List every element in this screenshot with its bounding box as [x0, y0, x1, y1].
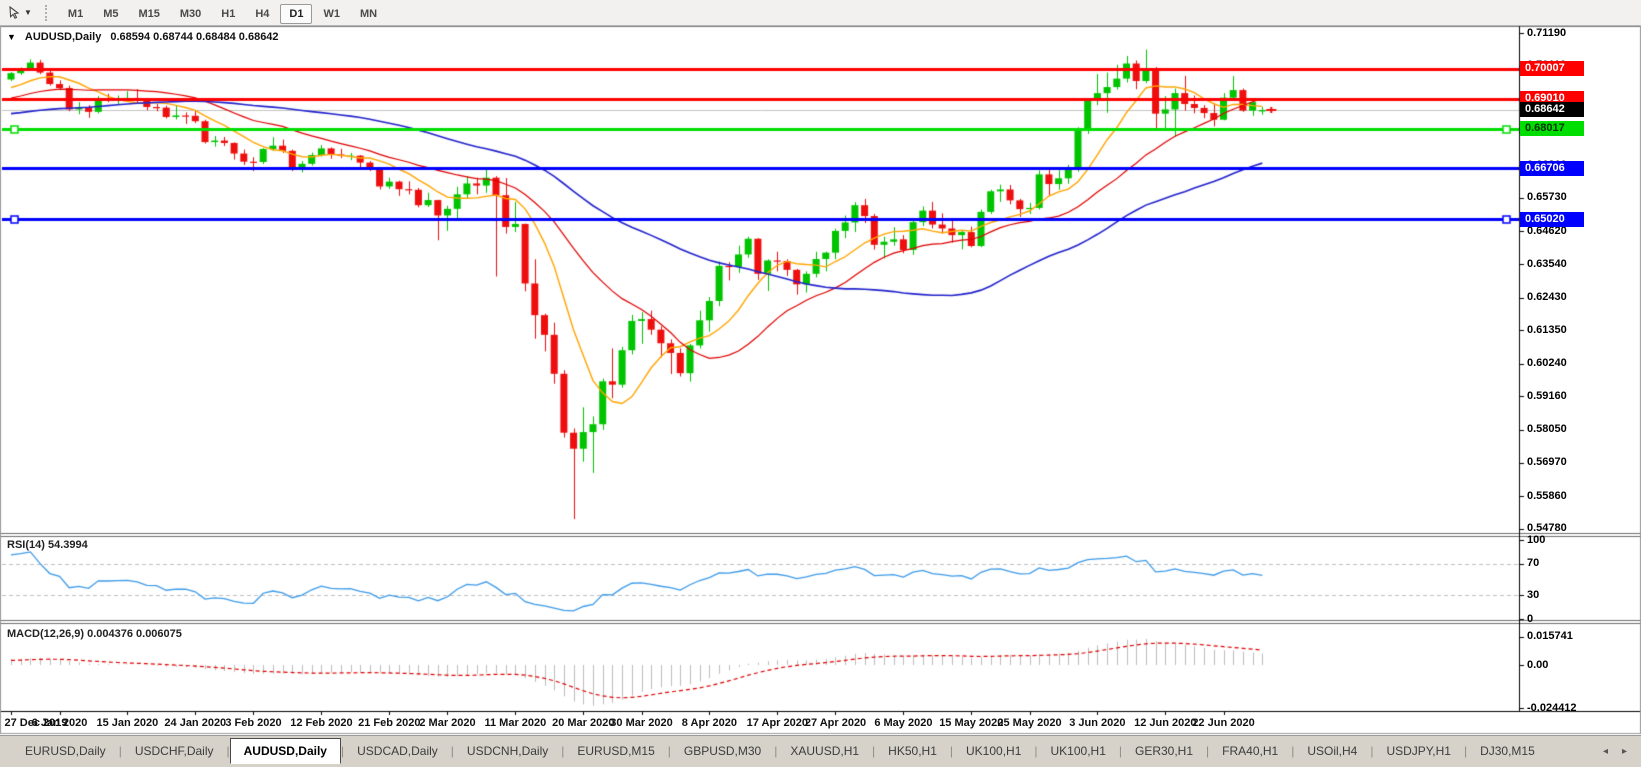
chart-tab-usdchf-daily[interactable]: USDCHF,Daily	[122, 740, 227, 763]
toolbar-grip[interactable]	[45, 5, 50, 21]
trading-terminal: ▼ M1M5M15M30H1H4D1W1MN ▼ AUDUSD,Daily 0.…	[0, 0, 1641, 767]
chart-tab-uk100-h1[interactable]: UK100,H1	[1038, 740, 1119, 763]
timeframe-button-H1[interactable]: H1	[212, 4, 244, 24]
timeframe-button-MN[interactable]: MN	[351, 4, 386, 24]
timeframe-button-D1[interactable]: D1	[280, 4, 312, 24]
timeframe-button-W1[interactable]: W1	[314, 4, 349, 24]
cursor-glyph	[7, 5, 22, 20]
chevron-down-icon: ▼	[24, 8, 32, 17]
chart-tab-gbpusd-m30[interactable]: GBPUSD,M30	[671, 740, 774, 763]
chart-tab-hk50-h1[interactable]: HK50,H1	[875, 740, 950, 763]
chart-tab-bar: EURUSD,Daily|USDCHF,Daily|AUDUSD,Daily|U…	[0, 735, 1641, 767]
crosshair-cursor-icon[interactable]: ▼	[4, 3, 35, 22]
chart-tab-uk100-h1[interactable]: UK100,H1	[953, 740, 1034, 763]
chart-tab-eurusd-m15[interactable]: EURUSD,M15	[564, 740, 667, 763]
tab-strip: EURUSD,Daily|USDCHF,Daily|AUDUSD,Daily|U…	[12, 740, 1548, 764]
chart-tab-fra40-h1[interactable]: FRA40,H1	[1209, 740, 1291, 763]
timeframe-toolbar: ▼ M1M5M15M30H1H4D1W1MN	[0, 0, 1641, 26]
tab-scroll-right-icon[interactable]: ▸	[1622, 746, 1627, 757]
timeframe-button-M1[interactable]: M1	[59, 4, 92, 24]
timeframe-button-M5[interactable]: M5	[94, 4, 127, 24]
timeframe-button-M30[interactable]: M30	[171, 4, 210, 24]
timeframe-button-group: M1M5M15M30H1H4D1W1MN	[58, 4, 387, 22]
chart-tab-xauusd-h1[interactable]: XAUUSD,H1	[777, 740, 872, 763]
timeframe-button-M15[interactable]: M15	[129, 4, 168, 24]
chart-tab-dj30-m15[interactable]: DJ30,M15	[1467, 740, 1548, 763]
price-chart-canvas[interactable]	[0, 0, 1641, 767]
chart-tab-eurusd-daily[interactable]: EURUSD,Daily	[12, 740, 119, 763]
chart-tab-usoil-h4[interactable]: USOil,H4	[1294, 740, 1370, 763]
chart-tab-audusd-daily[interactable]: AUDUSD,Daily	[230, 738, 341, 764]
tab-scroll-left-icon[interactable]: ◂	[1603, 746, 1608, 757]
chart-tab-usdcnh-daily[interactable]: USDCNH,Daily	[454, 740, 561, 763]
chart-tab-usdjpy-h1[interactable]: USDJPY,H1	[1373, 740, 1463, 763]
chart-tab-usdcad-daily[interactable]: USDCAD,Daily	[344, 740, 451, 763]
timeframe-button-H4[interactable]: H4	[246, 4, 278, 24]
chart-tab-ger30-h1[interactable]: GER30,H1	[1122, 740, 1206, 763]
